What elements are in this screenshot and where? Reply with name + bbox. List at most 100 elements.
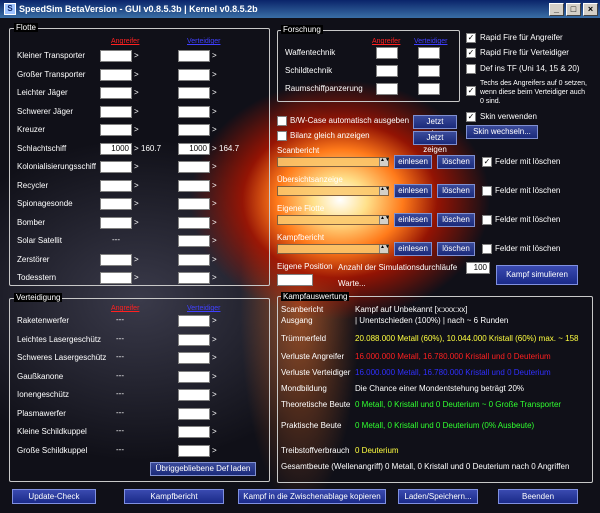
kampf-row-label: Verluste Verteidiger (281, 368, 351, 377)
report-clear-button[interactable]: löschen (437, 213, 475, 227)
flotte-row-defender-input[interactable] (178, 253, 210, 266)
arrow-icon: > (212, 236, 217, 245)
bilanz-checkbox[interactable] (277, 131, 287, 141)
verteidigung-row-defender-input[interactable] (178, 407, 210, 420)
minimize-icon[interactable]: _ (549, 2, 564, 16)
skin-checkbox[interactable]: ✓ (466, 112, 476, 122)
bilanz-label: Bilanz gleich anzeigen (290, 131, 370, 140)
flotte-group (9, 28, 270, 286)
flotte-row-attacker-input[interactable] (100, 105, 132, 118)
verteidigung-row-attacker-unavailable: --- (116, 444, 124, 454)
report-textarea[interactable]: ▲▼ (277, 244, 390, 254)
forschung-row-defender-input[interactable] (418, 47, 440, 59)
verteidigung-row-attacker-unavailable: --- (116, 315, 124, 324)
rapid-fire-attacker-checkbox[interactable]: ✓ (466, 33, 476, 43)
verteidigung-row-defender-input[interactable] (178, 315, 210, 327)
verteidigung-row-defender-input[interactable] (178, 333, 210, 346)
flotte-row-defender-input[interactable] (178, 198, 210, 210)
flotte-row-attacker-input[interactable] (100, 161, 132, 173)
rapid-fire-defender-checkbox[interactable]: ✓ (466, 48, 476, 58)
verteidigung-row-defender-input[interactable] (178, 444, 210, 457)
flotte-row-defender-input[interactable] (178, 179, 210, 192)
report-load-button[interactable]: einlesen (394, 184, 432, 198)
spinner-icon[interactable]: ▲▼ (379, 216, 390, 224)
flotte-row-label: Bomber (17, 217, 46, 227)
techs-zero-checkbox[interactable]: ✓ (466, 86, 476, 96)
flotte-row-defender-input[interactable] (178, 68, 210, 81)
bw-case-show-button[interactable]: Jetzt zeigen (413, 115, 457, 138)
clear-fields-checkbox[interactable] (482, 186, 492, 196)
clear-fields-checkbox[interactable]: ✓ (482, 157, 492, 167)
clear-fields-checkbox[interactable] (482, 244, 492, 254)
forschung-row-defender-input[interactable] (418, 83, 440, 95)
flotte-row-label: Schlachtschiff (17, 143, 67, 153)
report-load-button[interactable]: einlesen (394, 213, 432, 227)
forschung-row-attacker-input[interactable] (376, 65, 398, 77)
verteidigung-row-defender-input[interactable] (178, 370, 210, 383)
title-bar[interactable]: S SpeedSim BetaVersion - GUI v0.8.5.3b |… (0, 0, 600, 18)
scan-label: Scanbericht (281, 305, 324, 314)
simulate-button[interactable]: Kampf simulieren (496, 265, 578, 285)
arrow-icon: > (212, 316, 217, 325)
flotte-row-defender-input[interactable] (178, 235, 210, 247)
report-clear-button[interactable]: löschen (437, 242, 475, 256)
def-tf-checkbox[interactable] (466, 64, 476, 74)
forschung-row-attacker-input[interactable] (376, 83, 398, 95)
verteidigung-row-defender-input[interactable] (178, 426, 210, 438)
kampf-row-value: 0 Metall, 0 Kristall und 0 Deuterium nac… (385, 462, 570, 471)
forschung-row-label: Waffentechnik (285, 48, 336, 57)
flotte-row-attacker-input[interactable] (100, 124, 132, 136)
kampfbericht-button[interactable]: Kampfbericht (124, 489, 224, 504)
flotte-row-attacker-input[interactable] (100, 87, 132, 99)
arrow-icon: > (212, 217, 217, 227)
flotte-row-attacker-input[interactable] (100, 179, 132, 192)
runs-input[interactable]: 100 (466, 262, 490, 274)
forschung-row-defender-input[interactable] (418, 65, 440, 77)
skin-change-button[interactable]: Skin wechseln... (466, 125, 538, 139)
report-clear-button[interactable]: löschen (437, 155, 475, 169)
report-textarea[interactable]: ▲▼ (277, 157, 390, 167)
flotte-row-defender-input[interactable] (178, 216, 210, 229)
forschung-row-attacker-input[interactable] (376, 47, 398, 59)
flotte-row-defender-input[interactable] (178, 161, 210, 173)
spinner-icon[interactable]: ▲▼ (379, 187, 390, 195)
bilanz-show-button[interactable]: Jetzt zeigen (413, 131, 457, 154)
flotte-row-attacker-input[interactable]: 1000 (100, 142, 132, 155)
quit-button[interactable]: Beenden (498, 489, 578, 504)
verteidigung-header-attacker: Angreifer (111, 305, 140, 312)
update-check-button[interactable]: Update-Check (12, 489, 96, 504)
flotte-row-defender-input[interactable] (178, 105, 210, 118)
report-load-button[interactable]: einlesen (394, 155, 432, 169)
clear-fields-checkbox[interactable] (482, 215, 492, 225)
arrow-icon: > (134, 88, 139, 97)
flotte-row-attacker-input[interactable] (100, 50, 132, 62)
flotte-row-attacker-input[interactable] (100, 198, 132, 210)
flotte-row-defender-input[interactable] (178, 50, 210, 62)
flotte-row-defender-input[interactable] (178, 87, 210, 99)
arrow-icon: > (134, 51, 139, 60)
spinner-icon[interactable]: ▲▼ (379, 158, 390, 166)
restore-def-button[interactable]: Übriggebliebene Def laden (150, 462, 256, 476)
load-save-button[interactable]: Laden/Speichern... (398, 489, 478, 504)
report-clear-button[interactable]: löschen (437, 184, 475, 198)
flotte-row-attacker-input[interactable] (100, 216, 132, 229)
close-icon[interactable]: × (583, 2, 598, 16)
arrow-icon: > (212, 199, 217, 208)
maximize-icon[interactable]: □ (566, 2, 581, 16)
report-textarea[interactable]: ▲▼ (277, 215, 390, 225)
flotte-row-attacker-input[interactable] (100, 253, 132, 266)
flotte-row-defender-input[interactable]: 1000 (178, 142, 210, 155)
flotte-row-defender-input[interactable] (178, 124, 210, 136)
verteidigung-row-defender-input[interactable] (178, 352, 210, 364)
spinner-icon[interactable]: ▲▼ (379, 245, 390, 253)
flotte-row-attacker-input[interactable] (100, 68, 132, 81)
report-load-button[interactable]: einlesen (394, 242, 432, 256)
bw-case-checkbox[interactable] (277, 116, 287, 126)
flotte-row-defender-input[interactable] (178, 272, 210, 284)
verteidigung-row-defender-input[interactable] (178, 389, 210, 401)
report-textarea[interactable]: ▲▼ (277, 186, 390, 196)
flotte-row-attacker-input[interactable] (100, 272, 132, 284)
kampf-row-value: 0 Metall, 0 Kristall und 0 Deuterium ~ 0… (355, 400, 562, 409)
clipboard-button[interactable]: Kampf in die Zwischenablage kopieren (238, 489, 386, 504)
own-position-input[interactable] (277, 274, 313, 286)
